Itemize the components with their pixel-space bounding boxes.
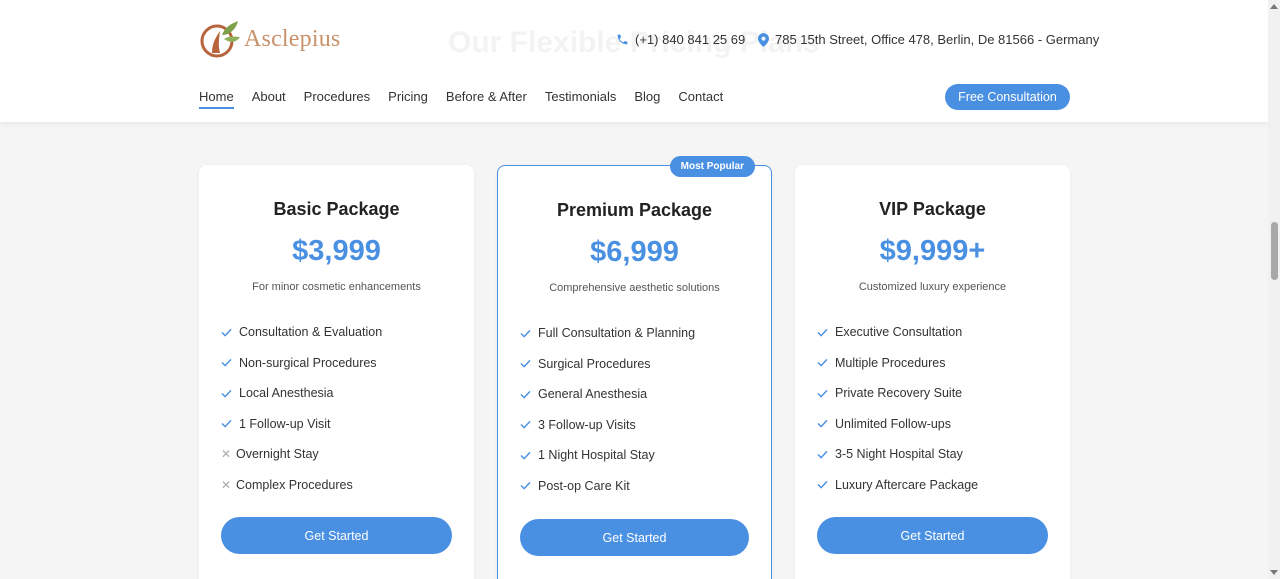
cross-icon: ✕ bbox=[221, 447, 232, 462]
address-text: 785 15th Street, Office 478, Berlin, De … bbox=[775, 32, 1100, 47]
scroll-down-arrow-icon[interactable] bbox=[1270, 570, 1278, 575]
plan-name: VIP Package bbox=[879, 199, 986, 219]
check-icon bbox=[221, 389, 239, 398]
feature-text: 3-5 Night Hospital Stay bbox=[835, 447, 963, 462]
check-icon bbox=[817, 358, 835, 367]
pricing-card-vip: VIP Package $9,999+ Customized luxury expe… bbox=[795, 165, 1070, 579]
main-nav: Home About Procedures Pricing Before & A… bbox=[199, 89, 741, 109]
feature-text: General Anesthesia bbox=[538, 387, 648, 402]
check-icon bbox=[520, 451, 538, 460]
nav-pricing[interactable]: Pricing bbox=[388, 89, 428, 109]
check-icon bbox=[817, 480, 835, 489]
feature-text: Private Recovery Suite bbox=[835, 386, 963, 401]
check-icon bbox=[817, 389, 835, 398]
get-started-button[interactable]: Get Started bbox=[520, 519, 749, 556]
check-icon bbox=[817, 419, 835, 428]
feature-item: Executive Consultation bbox=[817, 317, 1070, 348]
brand-name: Asclepius bbox=[244, 25, 341, 52]
nav-testimonials[interactable]: Testimonials bbox=[545, 89, 617, 109]
nav-contact[interactable]: Contact bbox=[678, 89, 723, 109]
site-header: Our Flexible Pricing Plans Asclepius (+1… bbox=[0, 0, 1268, 122]
brand-logo[interactable]: Asclepius bbox=[198, 17, 340, 61]
plan-price: $9,999+ bbox=[879, 235, 986, 267]
logo-emblem-icon bbox=[200, 21, 240, 58]
nav-blog[interactable]: Blog bbox=[634, 89, 660, 109]
feature-item: Private Recovery Suite bbox=[817, 378, 1070, 409]
check-icon bbox=[221, 328, 239, 337]
pricing-card-basic: Basic Package $3,999 For minor cosmetic en… bbox=[199, 165, 474, 579]
address-contact: 785 15th Street, Office 478, Berlin, De … bbox=[758, 32, 1099, 47]
feature-item: Luxury Aftercare Package bbox=[817, 470, 1070, 501]
feature-text: Post-op Care Kit bbox=[538, 478, 630, 493]
feature-item: Local Anesthesia bbox=[221, 378, 474, 409]
feature-item: Post-op Care Kit bbox=[520, 471, 771, 502]
feature-text: Multiple Procedures bbox=[835, 355, 946, 370]
feature-item: 3 Follow-up Visits bbox=[520, 410, 771, 441]
feature-item: Consultation & Evaluation bbox=[221, 317, 474, 348]
plan-price: $3,999 bbox=[292, 235, 381, 267]
feature-item: ✕ Overnight Stay bbox=[221, 439, 474, 470]
plan-description: Comprehensive aesthetic solutions bbox=[549, 282, 720, 294]
feature-text: 3 Follow-up Visits bbox=[538, 417, 636, 432]
cross-icon: ✕ bbox=[221, 477, 232, 492]
nav-procedures[interactable]: Procedures bbox=[304, 89, 370, 109]
nav-before-after[interactable]: Before & After bbox=[446, 89, 527, 109]
plan-name: Basic Package bbox=[273, 199, 400, 219]
plan-name: Premium Package bbox=[556, 200, 713, 220]
free-consultation-button[interactable]: Free Consultation bbox=[945, 84, 1070, 110]
feature-text: 1 Follow-up Visit bbox=[239, 416, 331, 431]
check-icon bbox=[817, 328, 835, 337]
feature-item: 1 Night Hospital Stay bbox=[520, 440, 771, 471]
feature-text: 1 Night Hospital Stay bbox=[538, 448, 655, 463]
check-icon bbox=[520, 359, 538, 368]
feature-text: Unlimited Follow-ups bbox=[835, 416, 952, 431]
phone-contact[interactable]: (+1) 840 841 25 69 bbox=[616, 32, 745, 47]
get-started-button[interactable]: Get Started bbox=[817, 517, 1048, 554]
pricing-card-premium: Most Popular Premium Package $6,999 Compreh… bbox=[497, 156, 772, 579]
check-icon bbox=[520, 481, 538, 490]
most-popular-badge: Most Popular bbox=[669, 156, 755, 177]
check-icon bbox=[221, 358, 239, 367]
nav-about[interactable]: About bbox=[252, 89, 286, 109]
feature-list: Executive Consultation Multiple Procedure… bbox=[795, 317, 1070, 500]
feature-text: Local Anesthesia bbox=[239, 386, 334, 401]
map-pin-icon bbox=[758, 32, 769, 47]
plan-description: Customized luxury experience bbox=[858, 281, 1007, 293]
feature-item: Unlimited Follow-ups bbox=[817, 409, 1070, 440]
feature-text: Complex Procedures bbox=[236, 477, 353, 492]
feature-text: Full Consultation & Planning bbox=[538, 326, 696, 341]
feature-item: Non-surgical Procedures bbox=[221, 348, 474, 379]
feature-item: 3-5 Night Hospital Stay bbox=[817, 439, 1070, 470]
phone-number: (+1) 840 841 25 69 bbox=[635, 32, 746, 47]
check-icon bbox=[520, 420, 538, 429]
feature-item: 1 Follow-up Visit bbox=[221, 409, 474, 440]
feature-item: Surgical Procedures bbox=[520, 349, 771, 380]
feature-item: Multiple Procedures bbox=[817, 348, 1070, 379]
feature-list: Consultation & Evaluation Non-surgical Pr… bbox=[199, 317, 474, 500]
check-icon bbox=[817, 450, 835, 459]
feature-text: Surgical Procedures bbox=[538, 356, 651, 371]
page-scrollbar[interactable] bbox=[1268, 0, 1280, 579]
scrollbar-thumb[interactable] bbox=[1271, 222, 1278, 280]
phone-icon bbox=[617, 34, 628, 45]
plan-price: $6,999 bbox=[590, 236, 679, 268]
scroll-up-arrow-icon[interactable] bbox=[1270, 4, 1278, 9]
feature-text: Executive Consultation bbox=[835, 325, 963, 340]
feature-text: Non-surgical Procedures bbox=[239, 355, 377, 370]
feature-list: Full Consultation & Planning Surgical Pro… bbox=[498, 318, 771, 501]
get-started-button[interactable]: Get Started bbox=[221, 517, 452, 554]
check-icon bbox=[520, 329, 538, 338]
feature-text: Luxury Aftercare Package bbox=[835, 477, 979, 492]
check-icon bbox=[221, 419, 239, 428]
plan-description: For minor cosmetic enhancements bbox=[252, 281, 421, 293]
feature-text: Overnight Stay bbox=[236, 447, 319, 462]
feature-item: ✕ Complex Procedures bbox=[221, 470, 474, 501]
feature-item: Full Consultation & Planning bbox=[520, 318, 771, 349]
nav-home[interactable]: Home bbox=[199, 89, 234, 109]
feature-text: Consultation & Evaluation bbox=[239, 325, 383, 340]
check-icon bbox=[520, 390, 538, 399]
feature-item: General Anesthesia bbox=[520, 379, 771, 410]
